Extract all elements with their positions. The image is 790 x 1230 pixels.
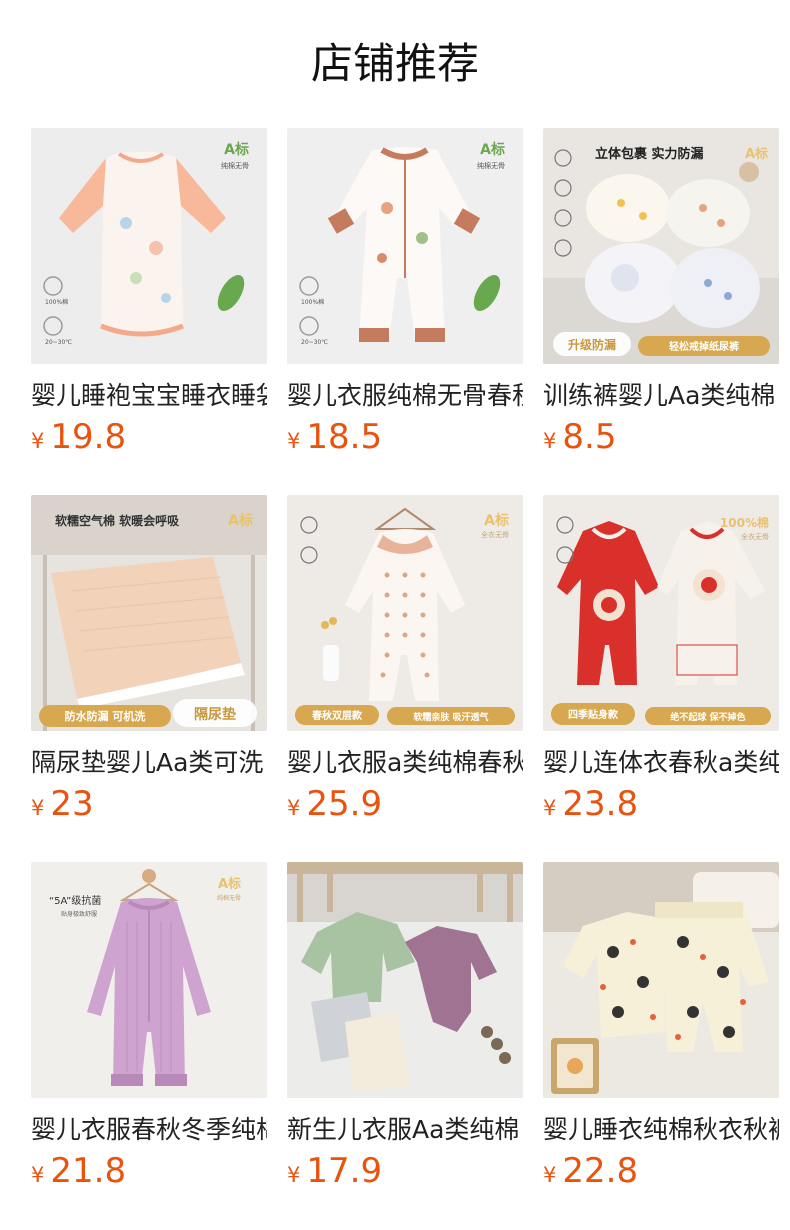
product-title[interactable]: 新生儿衣服Aa类纯棉: [287, 1113, 523, 1147]
svg-text:贴身极致舒服: 贴身极致舒服: [61, 910, 97, 918]
product-image[interactable]: [287, 862, 523, 1098]
product-image[interactable]: 软糯空气棉 软暖会呼吸 A标 防水防漏 可机洗 隔尿垫: [31, 495, 267, 731]
product-title[interactable]: 隔尿垫婴儿Aa类可洗: [31, 746, 267, 780]
product-title[interactable]: 婴儿睡衣纯棉秋衣秋裤: [543, 1113, 779, 1147]
currency-symbol: ¥: [543, 796, 557, 820]
product-price: ¥17.9: [287, 1149, 523, 1193]
currency-symbol: ¥: [287, 796, 301, 820]
product-title[interactable]: 婴儿睡袍宝宝睡衣睡袋: [31, 379, 267, 413]
svg-text:轻松戒掉纸尿裤: 轻松戒掉纸尿裤: [669, 340, 739, 353]
collar-romper-image: A标 全衣无骨 春秋双层款 软糯亲肤 吸汗透气: [287, 495, 523, 731]
svg-text:“5A”级抗菌: “5A”级抗菌: [49, 894, 101, 907]
svg-text:100%棉: 100%棉: [45, 298, 68, 306]
svg-text:A标: A标: [480, 141, 505, 158]
price-value: 8.5: [562, 417, 617, 457]
product-card[interactable]: 婴儿睡衣纯棉秋衣秋裤 ¥22.8: [543, 862, 779, 1201]
price-value: 19.8: [50, 417, 127, 457]
svg-text:升级防漏: 升级防漏: [568, 337, 616, 352]
product-image[interactable]: “5A”级抗菌 贴身极致舒服 A标 纯棉无骨: [31, 862, 267, 1098]
product-title[interactable]: 婴儿衣服纯棉无骨春秋: [287, 379, 523, 413]
product-card[interactable]: 立体包裹 实力防漏 A标 升级防漏 轻松戒掉纸尿裤 训练裤婴儿Aa类纯棉 ¥8.…: [543, 128, 779, 467]
currency-symbol: ¥: [31, 1163, 45, 1187]
panda-pajama-image: [543, 862, 779, 1098]
product-image[interactable]: A标 纯棉无骨 100%棉 20~30℃: [287, 128, 523, 364]
svg-text:立体包裹 实力防漏: 立体包裹 实力防漏: [595, 146, 704, 162]
svg-text:纯棉无骨: 纯棉无骨: [217, 894, 241, 902]
svg-text:纯棉无骨: 纯棉无骨: [221, 161, 249, 170]
svg-text:软糯亲肤 吸汗透气: 软糯亲肤 吸汗透气: [413, 711, 488, 723]
pink-romper-image: “5A”级抗菌 贴身极致舒服 A标 纯棉无骨: [31, 862, 267, 1098]
product-card[interactable]: A标 全衣无骨 春秋双层款 软糯亲肤 吸汗透气 婴儿衣服a类纯棉春秋 ¥25.9: [287, 495, 523, 834]
price-value: 17.9: [306, 1151, 383, 1191]
svg-text:隔尿垫: 隔尿垫: [194, 706, 236, 723]
product-card[interactable]: 软糯空气棉 软暖会呼吸 A标 防水防漏 可机洗 隔尿垫 隔尿垫婴儿Aa类可洗 ¥…: [31, 495, 267, 834]
svg-text:软糯空气棉 软暖会呼吸: 软糯空气棉 软暖会呼吸: [55, 513, 180, 528]
currency-symbol: ¥: [31, 796, 45, 820]
product-image[interactable]: 立体包裹 实力防漏 A标 升级防漏 轻松戒掉纸尿裤: [543, 128, 779, 364]
product-image[interactable]: A标 全衣无骨 春秋双层款 软糯亲肤 吸汗透气: [287, 495, 523, 731]
currency-symbol: ¥: [287, 429, 301, 453]
svg-text:A标: A标: [218, 876, 241, 892]
product-image[interactable]: 100%棉 全衣无骨 四季贴身款 绝不起球 保不掉色: [543, 495, 779, 731]
sleep-gown-image: A标 纯棉无骨 100%棉 20~30℃: [31, 128, 267, 364]
product-price: ¥18.5: [287, 415, 523, 459]
svg-text:纯棉无骨: 纯棉无骨: [477, 161, 505, 170]
product-price: ¥23: [31, 782, 267, 826]
newborn-set-image: [287, 862, 523, 1098]
recommendation-page: 店铺推荐 A标 纯棉无骨 100%棉 20~30℃ 婴儿睡袍宝宝睡衣睡袋 ¥ 1…: [0, 0, 790, 1230]
currency-symbol: ¥: [543, 429, 557, 453]
svg-text:全衣无骨: 全衣无骨: [741, 532, 769, 541]
svg-text:100%棉: 100%棉: [720, 515, 769, 530]
product-grid: A标 纯棉无骨 100%棉 20~30℃ 婴儿睡袍宝宝睡衣睡袋 ¥19.8 A标…: [31, 128, 779, 1201]
svg-text:20~30℃: 20~30℃: [301, 339, 328, 346]
svg-text:春秋双层款: 春秋双层款: [312, 709, 363, 722]
product-card[interactable]: “5A”级抗菌 贴身极致舒服 A标 纯棉无骨 婴儿衣服春秋冬季纯棉 ¥21.8: [31, 862, 267, 1201]
product-card[interactable]: 新生儿衣服Aa类纯棉 ¥17.9: [287, 862, 523, 1201]
red-romper-image: 100%棉 全衣无骨 四季贴身款 绝不起球 保不掉色: [543, 495, 779, 731]
price-value: 18.5: [306, 417, 383, 457]
svg-text:防水防漏 可机洗: 防水防漏 可机洗: [65, 709, 146, 723]
price-value: 22.8: [562, 1151, 639, 1191]
currency-symbol: ¥: [31, 429, 45, 453]
svg-text:A标: A标: [484, 512, 509, 529]
svg-text:四季贴身款: 四季贴身款: [568, 708, 619, 721]
product-card[interactable]: A标 纯棉无骨 100%棉 20~30℃ 婴儿睡袍宝宝睡衣睡袋 ¥19.8: [31, 128, 267, 467]
section-title: 店铺推荐: [310, 39, 479, 88]
price-value: 25.9: [306, 784, 383, 824]
svg-text:A标: A标: [228, 512, 253, 529]
price-value: 23: [50, 784, 94, 824]
product-title[interactable]: 婴儿连体衣春秋a类纯: [543, 746, 779, 780]
svg-text:20~30℃: 20~30℃: [45, 339, 72, 346]
product-title[interactable]: 训练裤婴儿Aa类纯棉: [543, 379, 779, 413]
currency-symbol: ¥: [543, 1163, 557, 1187]
svg-text:A标: A标: [745, 146, 768, 162]
product-price: ¥23.8: [543, 782, 779, 826]
price-value: 21.8: [50, 1151, 127, 1191]
svg-text:A标: A标: [224, 141, 249, 158]
product-price: ¥22.8: [543, 1149, 779, 1193]
svg-text:全衣无骨: 全衣无骨: [481, 530, 509, 539]
training-pants-image: 立体包裹 实力防漏 A标 升级防漏 轻松戒掉纸尿裤: [543, 128, 779, 364]
product-card[interactable]: A标 纯棉无骨 100%棉 20~30℃ 婴儿衣服纯棉无骨春秋 ¥18.5: [287, 128, 523, 467]
product-price: ¥21.8: [31, 1149, 267, 1193]
romper-image: A标 纯棉无骨 100%棉 20~30℃: [287, 128, 523, 364]
diaper-pad-image: 软糯空气棉 软暖会呼吸 A标 防水防漏 可机洗 隔尿垫: [31, 495, 267, 731]
product-price: ¥19.8: [31, 415, 267, 459]
svg-text:100%棉: 100%棉: [301, 298, 324, 306]
product-price: ¥25.9: [287, 782, 523, 826]
product-image[interactable]: A标 纯棉无骨 100%棉 20~30℃: [31, 128, 267, 364]
product-price: ¥8.5: [543, 415, 779, 459]
svg-text:绝不起球 保不掉色: 绝不起球 保不掉色: [670, 711, 745, 723]
product-image[interactable]: [543, 862, 779, 1098]
product-title[interactable]: 婴儿衣服a类纯棉春秋: [287, 746, 523, 780]
price-value: 23.8: [562, 784, 639, 824]
product-card[interactable]: 100%棉 全衣无骨 四季贴身款 绝不起球 保不掉色 婴儿连体衣春秋a类纯 ¥2…: [543, 495, 779, 834]
currency-symbol: ¥: [287, 1163, 301, 1187]
product-title[interactable]: 婴儿衣服春秋冬季纯棉: [31, 1113, 267, 1147]
